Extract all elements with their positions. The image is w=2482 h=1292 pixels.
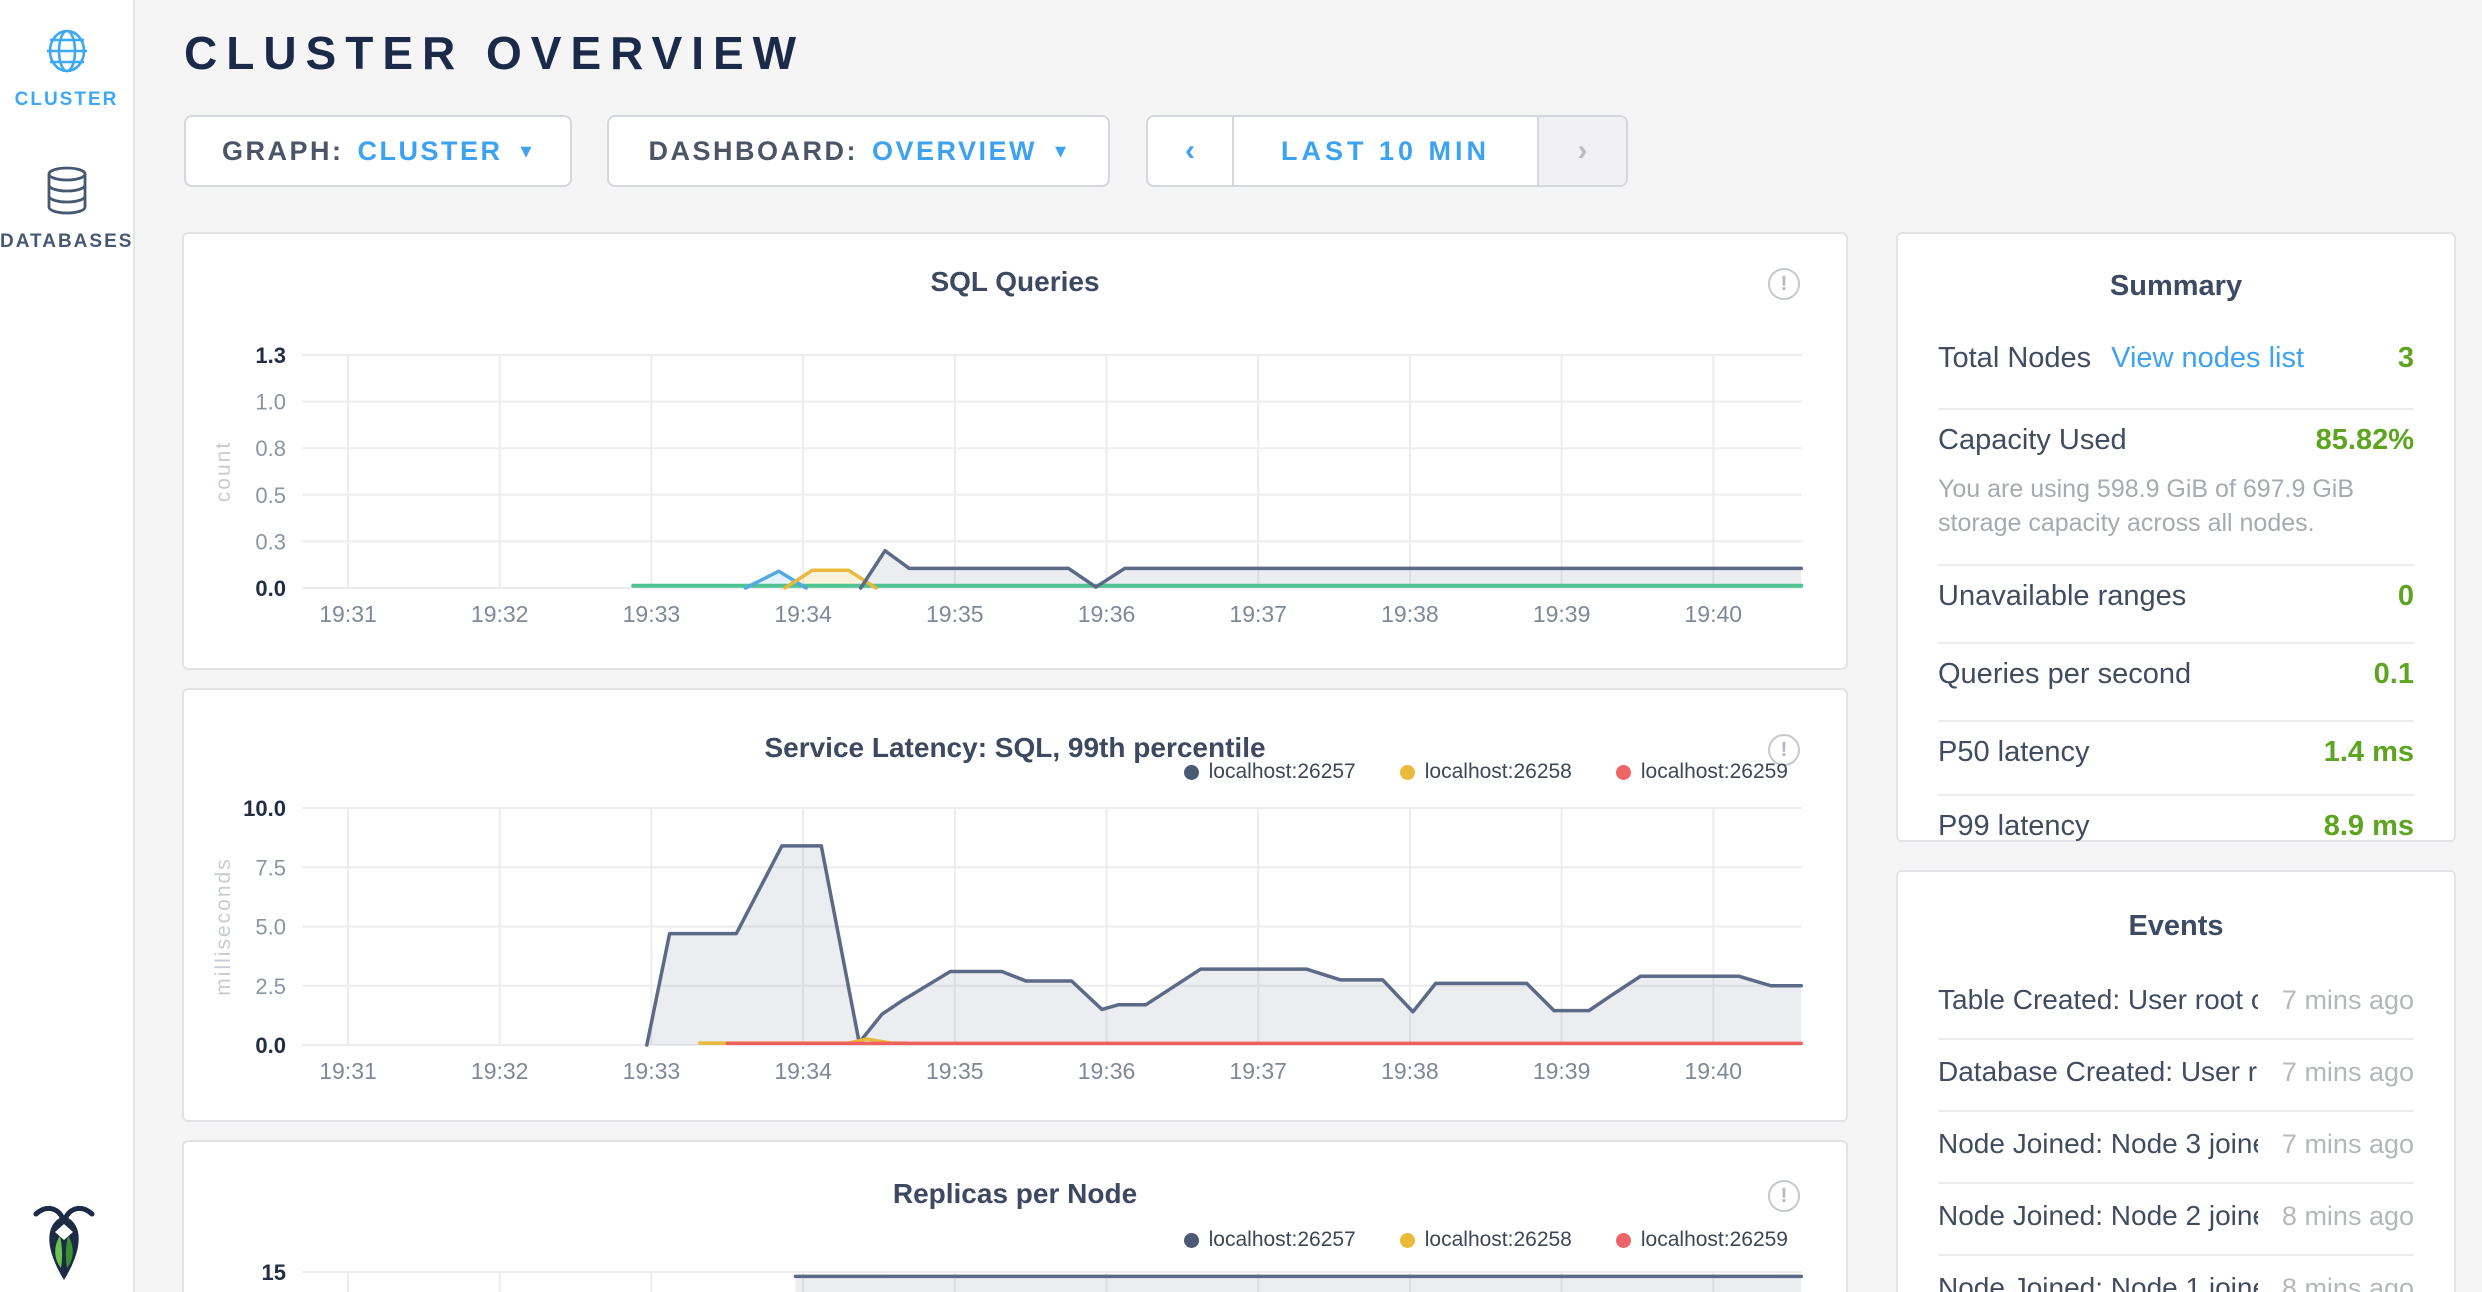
events-panel: Events Table Created: User root cre... 7… — [1896, 870, 2456, 1292]
divider — [1938, 1110, 2414, 1112]
p50-latency-value: 1.4 ms — [2324, 736, 2414, 769]
svg-text:19:31: 19:31 — [319, 601, 377, 627]
page-title: CLUSTER OVERVIEW — [184, 26, 805, 80]
chevron-down-icon: ▾ — [1055, 138, 1069, 164]
svg-text:19:33: 19:33 — [623, 1058, 681, 1084]
svg-text:19:39: 19:39 — [1533, 601, 1591, 627]
svg-text:0.0: 0.0 — [255, 1033, 286, 1058]
summary-row-total-nodes: Total Nodes View nodes list 3 — [1938, 342, 2414, 375]
divider — [1938, 1254, 2414, 1256]
svg-text:19:40: 19:40 — [1685, 601, 1743, 627]
svg-text:19:35: 19:35 — [926, 1058, 984, 1084]
cluster-overview-screen: CLUSTER DATABASES — [0, 0, 2482, 1292]
summary-row-capacity: Capacity Used 85.82% — [1938, 424, 2414, 457]
service-latency-chart: 0.0 2.5 5.0 7.5 10.0 19:31 19:32 19:33 19:34 19:3… — [184, 690, 1850, 1124]
qps-value: 0.1 — [2374, 658, 2414, 691]
svg-text:19:34: 19:34 — [774, 1058, 832, 1084]
summary-row-p99-latency: P99 latency 8.9 ms — [1938, 810, 2414, 843]
time-range-selector: ‹ LAST 10 MIN › — [1146, 115, 1628, 187]
svg-text:0.5: 0.5 — [255, 483, 286, 508]
chevron-down-icon: ▾ — [520, 138, 534, 164]
service-latency-chart-card: Service Latency: SQL, 99th percentile ! … — [182, 688, 1848, 1122]
cockroachdb-logo — [33, 1202, 95, 1284]
view-nodes-list-link[interactable]: View nodes list — [2111, 342, 2304, 375]
summary-row-unavailable-ranges: Unavailable ranges 0 — [1938, 580, 2414, 613]
svg-text:19:33: 19:33 — [623, 601, 681, 627]
svg-text:0.0: 0.0 — [255, 576, 286, 601]
event-row[interactable]: Node Joined: Node 1 joined... 8 mins ago — [1938, 1272, 2414, 1292]
svg-text:15: 15 — [262, 1260, 286, 1285]
sql-queries-chart-card: SQL Queries ! 0.00.30.50.81.01.319:3119:… — [182, 232, 1848, 670]
events-heading: Events — [1898, 910, 2454, 943]
divider — [1938, 720, 2414, 722]
event-row[interactable]: Table Created: User root cre... 7 mins a… — [1938, 984, 2414, 1016]
graph-dropdown-value: CLUSTER — [357, 136, 502, 167]
globe-icon — [44, 61, 90, 78]
sidebar-item-databases[interactable]: DATABASES — [0, 166, 133, 253]
svg-text:19:32: 19:32 — [471, 1058, 529, 1084]
summary-panel: Summary Total Nodes View nodes list 3 Ca… — [1896, 232, 2456, 842]
svg-text:19:34: 19:34 — [774, 601, 832, 627]
capacity-used-value: 85.82% — [2316, 424, 2414, 457]
time-range-value[interactable]: LAST 10 MIN — [1234, 117, 1537, 185]
replicas-per-node-chart-card: Replicas per Node ! localhost:26257 loca… — [182, 1140, 1848, 1292]
svg-text:19:35: 19:35 — [926, 601, 984, 627]
svg-text:19:37: 19:37 — [1229, 1058, 1287, 1084]
event-row[interactable]: Database Created: User roo... 7 mins ago — [1938, 1056, 2414, 1088]
svg-text:10.0: 10.0 — [243, 796, 286, 821]
sidebar-item-label: DATABASES — [0, 231, 133, 253]
graph-dropdown-label: GRAPH: — [222, 136, 344, 167]
svg-text:19:32: 19:32 — [471, 601, 529, 627]
svg-text:0.3: 0.3 — [255, 529, 286, 554]
svg-text:19:36: 19:36 — [1078, 1058, 1136, 1084]
svg-text:5.0: 5.0 — [255, 915, 286, 940]
svg-text:19:36: 19:36 — [1078, 601, 1136, 627]
svg-text:2.5: 2.5 — [255, 974, 286, 999]
svg-text:19:40: 19:40 — [1685, 1058, 1743, 1084]
event-row[interactable]: Node Joined: Node 2 joined... 8 mins ago — [1938, 1200, 2414, 1232]
divider — [1938, 1038, 2414, 1040]
dashboard-dropdown[interactable]: DASHBOARD: OVERVIEW ▾ — [607, 115, 1110, 187]
event-row[interactable]: Node Joined: Node 3 joined... 7 mins ago — [1938, 1128, 2414, 1160]
summary-row-p50-latency: P50 latency 1.4 ms — [1938, 736, 2414, 769]
database-icon — [43, 203, 91, 220]
divider — [1938, 794, 2414, 796]
svg-text:19:38: 19:38 — [1381, 1058, 1439, 1084]
svg-text:milliseconds: milliseconds — [212, 857, 235, 995]
sidebar-item-cluster[interactable]: CLUSTER — [0, 28, 133, 111]
time-range-next-button[interactable]: › — [1537, 117, 1626, 185]
svg-text:19:38: 19:38 — [1381, 601, 1439, 627]
divider — [1938, 564, 2414, 566]
chevron-left-icon: ‹ — [1185, 134, 1195, 168]
summary-row-qps: Queries per second 0.1 — [1938, 658, 2414, 691]
chevron-right-icon: › — [1578, 134, 1588, 168]
svg-text:19:31: 19:31 — [319, 1058, 377, 1084]
divider — [1938, 642, 2414, 644]
sidebar: CLUSTER DATABASES — [0, 0, 135, 1292]
graph-dropdown[interactable]: GRAPH: CLUSTER ▾ — [184, 115, 572, 187]
dashboard-dropdown-label: DASHBOARD: — [648, 136, 858, 167]
unavailable-ranges-value: 0 — [2398, 580, 2414, 613]
svg-text:7.5: 7.5 — [255, 855, 286, 880]
p99-latency-value: 8.9 ms — [2324, 810, 2414, 843]
sidebar-item-label: CLUSTER — [0, 89, 133, 111]
dashboard-dropdown-value: OVERVIEW — [872, 136, 1037, 167]
divider — [1938, 1182, 2414, 1184]
total-nodes-value: 3 — [2398, 342, 2414, 375]
time-range-prev-button[interactable]: ‹ — [1148, 117, 1234, 185]
capacity-note: You are using 598.9 GiB of 697.9 GiB sto… — [1938, 472, 2414, 540]
svg-text:19:37: 19:37 — [1229, 601, 1287, 627]
summary-heading: Summary — [1898, 270, 2454, 303]
replicas-per-node-chart: 1510 — [184, 1142, 1850, 1292]
svg-text:1.3: 1.3 — [255, 343, 286, 368]
divider — [1938, 408, 2414, 410]
svg-text:count: count — [212, 441, 235, 502]
sql-queries-chart: 0.0 0.3 0.5 0.8 1.0 1.3 19:31 19:32 19:33 19:34 19… — [184, 234, 1850, 672]
svg-text:1.0: 1.0 — [255, 390, 286, 415]
svg-text:19:39: 19:39 — [1533, 1058, 1591, 1084]
svg-text:0.8: 0.8 — [255, 436, 286, 461]
